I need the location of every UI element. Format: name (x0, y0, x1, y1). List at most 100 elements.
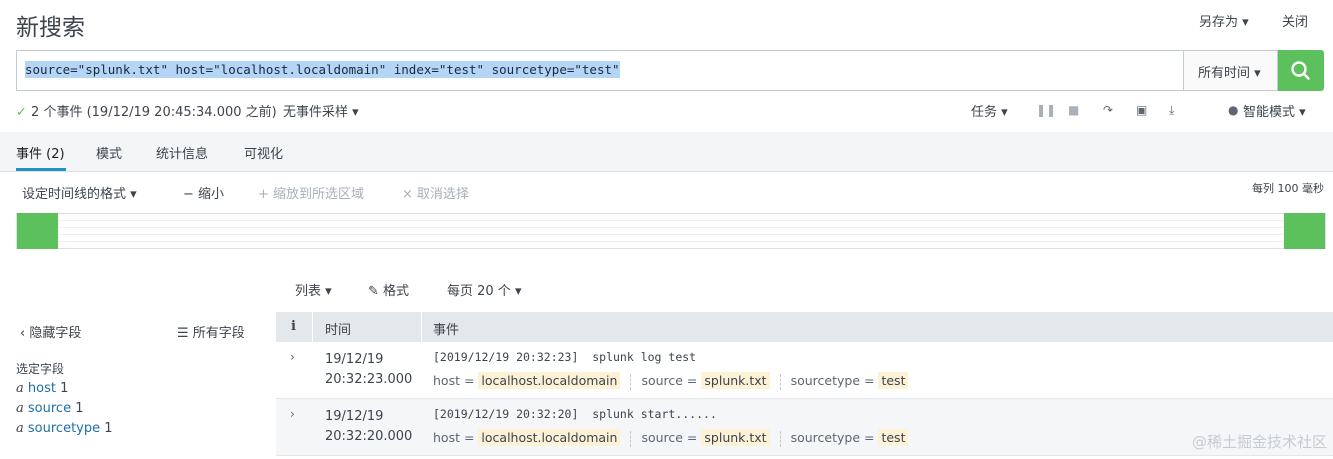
field-host[interactable]: a host 1 (16, 381, 68, 396)
field-value[interactable]: localhost.localdomain (478, 372, 621, 389)
field-divider (630, 373, 632, 390)
event-raw-text: [2019/12/19 20:32:20] splunk start...... (433, 407, 717, 421)
info-column-header: i (291, 319, 296, 334)
event-clock: 20:32:23.000 (325, 372, 413, 387)
event-time: 19/12/19 20:32:20.000 (325, 407, 412, 447)
per-page-menu[interactable]: 每页 20 个 ▾ (447, 280, 521, 299)
all-fields-label: 所有字段 (192, 326, 245, 341)
tab-patterns[interactable]: 模式 (96, 143, 122, 162)
timeline-bar[interactable] (17, 213, 58, 249)
selected-fields-title: 选定字段 (16, 362, 65, 376)
field-pair-host[interactable]: host = localhost.localdomain (433, 429, 621, 446)
events-table-header: i 时间 事件 (276, 312, 1333, 342)
table-row[interactable]: › 19/12/19 20:32:23.000 [2019/12/19 20:3… (276, 342, 1333, 399)
field-name: source (27, 401, 72, 416)
format-label: 格式 (383, 284, 410, 299)
list-view-menu[interactable]: 列表 ▾ (295, 280, 332, 299)
field-pair-source[interactable]: source = splunk.txt (641, 429, 770, 446)
field-source[interactable]: a source 1 (16, 401, 84, 416)
field-value[interactable]: test (878, 429, 909, 446)
time-range-picker[interactable]: 所有时间 ▾ (1183, 50, 1278, 91)
tab-statistics[interactable]: 统计信息 (156, 143, 208, 162)
format-button[interactable]: ✎ 格式 (368, 280, 409, 299)
event-date: 19/12/19 (325, 409, 384, 424)
string-type-icon: a (16, 421, 24, 436)
time-column-header[interactable]: 时间 (325, 319, 351, 338)
event-raw-text: [2019/12/19 20:32:23] splunk log test (433, 350, 697, 364)
column-divider (312, 312, 313, 342)
watermark-text: @稀土掘金技术社区 (1191, 433, 1327, 451)
search-input[interactable]: source="splunk.txt" host="localhost.loca… (16, 50, 1184, 91)
timeline-scale-label: 每列 100 毫秒 (1252, 182, 1324, 195)
event-fields: host = localhost.localdomain source = spl… (433, 429, 909, 447)
share-icon[interactable]: ↷ (1103, 103, 1113, 117)
results-tabs: 事件 (2) 模式 统计信息 可视化 (0, 132, 1333, 172)
field-pair-sourcetype[interactable]: sourcetype = test (790, 429, 909, 446)
hide-fields-button[interactable]: ‹ 隐藏字段 (20, 322, 81, 341)
field-sourcetype[interactable]: a sourcetype 1 (16, 421, 113, 436)
all-fields-button[interactable]: ☰ 所有字段 (177, 322, 245, 341)
field-value[interactable]: splunk.txt (701, 429, 770, 446)
print-icon[interactable]: ▣ (1136, 103, 1147, 117)
field-name: sourcetype (27, 421, 101, 436)
pause-icon[interactable]: ❚❚ (1036, 103, 1056, 117)
field-pair-sourcetype[interactable]: sourcetype = test (790, 372, 909, 389)
timeline-chart[interactable] (16, 213, 1326, 249)
timeline-format-menu[interactable]: 设定时间线的格式 ▾ (22, 183, 137, 202)
field-divider (630, 430, 632, 447)
zoom-out-button[interactable]: − 缩小 (183, 183, 224, 202)
field-key: host = (433, 430, 475, 445)
bulb-icon: ● (1228, 103, 1239, 117)
check-icon: ✓ (16, 105, 27, 120)
field-key: host = (433, 373, 475, 388)
event-time: 19/12/19 20:32:23.000 (325, 350, 412, 390)
field-divider (779, 430, 781, 447)
field-key: source = (641, 373, 698, 388)
export-icon[interactable]: ⤓ (1169, 103, 1174, 118)
field-key: source = (641, 430, 698, 445)
timeline-bar[interactable] (1284, 213, 1325, 249)
field-count: 1 (104, 421, 113, 436)
event-fields: host = localhost.localdomain source = spl… (433, 372, 909, 390)
deselect-button[interactable]: × 取消选择 (402, 183, 469, 202)
search-query-text[interactable]: source="splunk.txt" host="localhost.loca… (25, 61, 620, 78)
save-as-menu[interactable]: 另存为 ▾ (1199, 11, 1249, 30)
stop-icon[interactable]: ■ (1068, 103, 1079, 117)
pencil-icon: ✎ (368, 284, 379, 299)
chevron-right-icon[interactable]: › (290, 350, 295, 364)
field-value[interactable]: splunk.txt (701, 372, 770, 389)
event-column-header: 事件 (433, 323, 460, 338)
field-key: sourcetype = (790, 430, 875, 445)
event-date: 19/12/19 (325, 352, 384, 367)
field-value[interactable]: test (878, 372, 909, 389)
zoom-to-selection-button[interactable]: + 缩放到所选区域 (258, 183, 364, 202)
field-pair-host[interactable]: host = localhost.localdomain (433, 372, 621, 389)
close-button[interactable]: 关闭 (1282, 11, 1308, 30)
tab-events[interactable]: 事件 (2) (16, 143, 65, 162)
chevron-left-icon: ‹ (20, 326, 26, 341)
sampling-menu[interactable]: 无事件采样 ▾ (283, 101, 359, 120)
list-icon: ☰ (177, 326, 189, 341)
table-row[interactable]: › 19/12/19 20:32:20.000 [2019/12/19 20:3… (276, 399, 1333, 456)
search-icon (1291, 61, 1310, 80)
field-key: sourcetype = (790, 373, 875, 388)
field-name: host (27, 381, 56, 396)
field-count: 1 (75, 401, 84, 416)
search-button[interactable] (1278, 50, 1324, 91)
field-value[interactable]: localhost.localdomain (478, 429, 621, 446)
event-clock: 20:32:20.000 (325, 429, 413, 444)
string-type-icon: a (16, 401, 24, 416)
column-divider (421, 312, 422, 342)
string-type-icon: a (16, 381, 24, 396)
search-mode-menu[interactable]: 智能模式 ▾ (1243, 101, 1306, 120)
page-title: 新搜索 (16, 15, 85, 41)
event-count-text: 2 个事件 (19/12/19 20:45:34.000 之前) (31, 105, 277, 120)
job-menu[interactable]: 任务 ▾ (971, 101, 1008, 120)
hide-fields-label: 隐藏字段 (29, 326, 82, 341)
event-summary: ✓ 2 个事件 (19/12/19 20:45:34.000 之前) (16, 101, 277, 120)
tab-visualization[interactable]: 可视化 (244, 143, 283, 162)
chevron-right-icon[interactable]: › (290, 407, 295, 421)
field-pair-source[interactable]: source = splunk.txt (641, 372, 770, 389)
field-count: 1 (60, 381, 69, 396)
field-divider (779, 373, 781, 390)
